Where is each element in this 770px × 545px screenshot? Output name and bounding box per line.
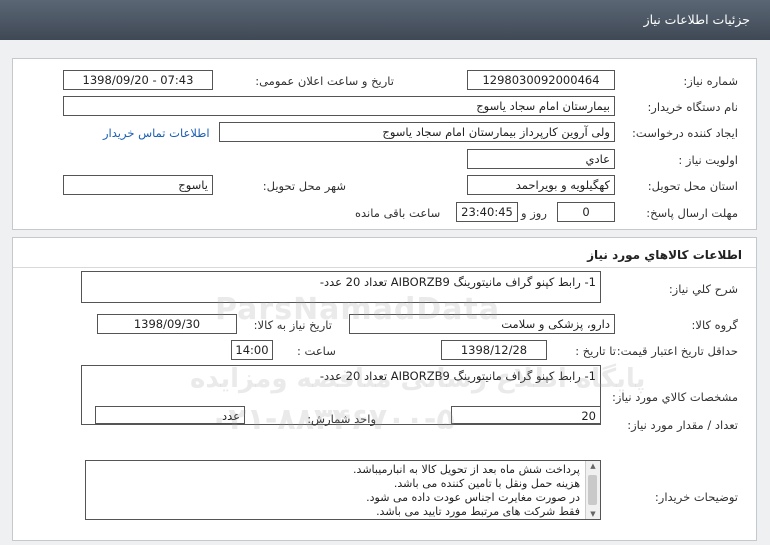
remaining-time-label: ساعت باقی مانده [355,206,441,220]
priority-label: اولویت نیاز : [678,153,738,167]
goods-section-title: اطلاعات کالاهاي مورد نياز [587,248,742,262]
province-label: استان محل تحویل: [647,179,738,193]
creator-field[interactable]: ولی آروین کارپرداز بیمارستان امام سجاد ی… [219,122,615,142]
specs-label: مشخصات کالاي مورد نياز: [611,390,738,404]
unit-field[interactable]: عدد [95,406,245,424]
buyer-org-field[interactable]: بیمارستان امام سجاد یاسوج [63,96,615,116]
section-divider [13,267,756,268]
city-field[interactable]: یاسوج [63,175,213,195]
buyer-note-line: هزینه حمل ونقل با تامین کننده می باشد. [393,477,580,490]
announce-date-label: تاریخ و ساعت اعلان عمومی: [255,74,394,88]
need-date-field[interactable]: 1398/09/30 [97,314,237,334]
city-label: شهر محل تحویل: [262,179,346,193]
days-and-label: روز و [521,206,547,220]
buyer-note-line: فقط شرکت های مرتبط مورد تایید می باشد. [376,505,580,518]
need-number-label: شماره نیاز: [683,74,738,88]
buyer-contact-link[interactable]: اطلاعات تماس خریدار [103,126,210,140]
need-info-panel: شماره نیاز: 1298030092000464 تاریخ و ساع… [12,58,757,230]
buyer-note-line: پرداخت شش ماه بعد از تحویل کالا به انبار… [353,463,580,476]
buyer-note-line: در صورت مغایرت اجناس عودت داده می شود. [366,491,580,504]
notes-scrollbar[interactable]: ▲ ▼ [585,461,600,519]
until-date-label: تا تاریخ : [575,344,616,358]
quantity-field[interactable]: 20 [451,406,601,424]
until-date-field[interactable]: 1398/12/28 [441,340,547,360]
goods-group-field[interactable]: دارو، پزشکی و سلامت [349,314,615,334]
price-validity-label: حداقل تاریخ اعتبار قیمت: [616,344,738,358]
announce-date-field[interactable]: 1398/09/20 - 07:43 [63,70,213,90]
buyer-org-label: نام دستگاه خریدار: [647,100,738,114]
need-date-label: تاریخ نیاز به کالا: [253,318,332,332]
buyer-notes-textarea[interactable]: ▲ ▼ پرداخت شش ماه بعد از تحویل کالا به ا… [85,460,601,520]
hour-label: ساعت : [297,344,336,358]
priority-field[interactable]: عادي [467,149,615,169]
creator-label: ایجاد کننده درخواست: [632,126,738,140]
page-title: جزئیات اطلاعات نیاز [643,12,750,27]
days-field[interactable]: 0 [557,202,615,222]
need-number-field[interactable]: 1298030092000464 [467,70,615,90]
goods-group-label: گروه کالا: [691,318,738,332]
summary-field[interactable]: 1- رابط کپنو گراف مانیتورینگ AIBORZB9 تع… [81,271,601,303]
quantity-label: تعداد / مقدار مورد نیاز: [627,418,738,432]
hour-field[interactable]: 14:00 [231,340,273,360]
deadline-label: مهلت ارسال پاسخ: [646,206,738,220]
scroll-thumb[interactable] [588,475,597,505]
scroll-down-icon[interactable]: ▼ [586,510,600,518]
page-header: جزئیات اطلاعات نیاز [0,0,770,40]
buyer-notes-label: توضیحات خریدار: [654,490,738,504]
summary-label: شرح کلي نياز: [668,282,738,296]
scroll-up-icon[interactable]: ▲ [586,462,600,470]
unit-label: واحد شمارش: [307,412,376,426]
province-field[interactable]: کهگیلویه و بویراحمد [467,175,615,195]
remaining-time-field[interactable]: 23:40:45 [456,202,518,222]
goods-info-panel: اطلاعات کالاهاي مورد نياز شرح کلي نياز: … [12,237,757,541]
